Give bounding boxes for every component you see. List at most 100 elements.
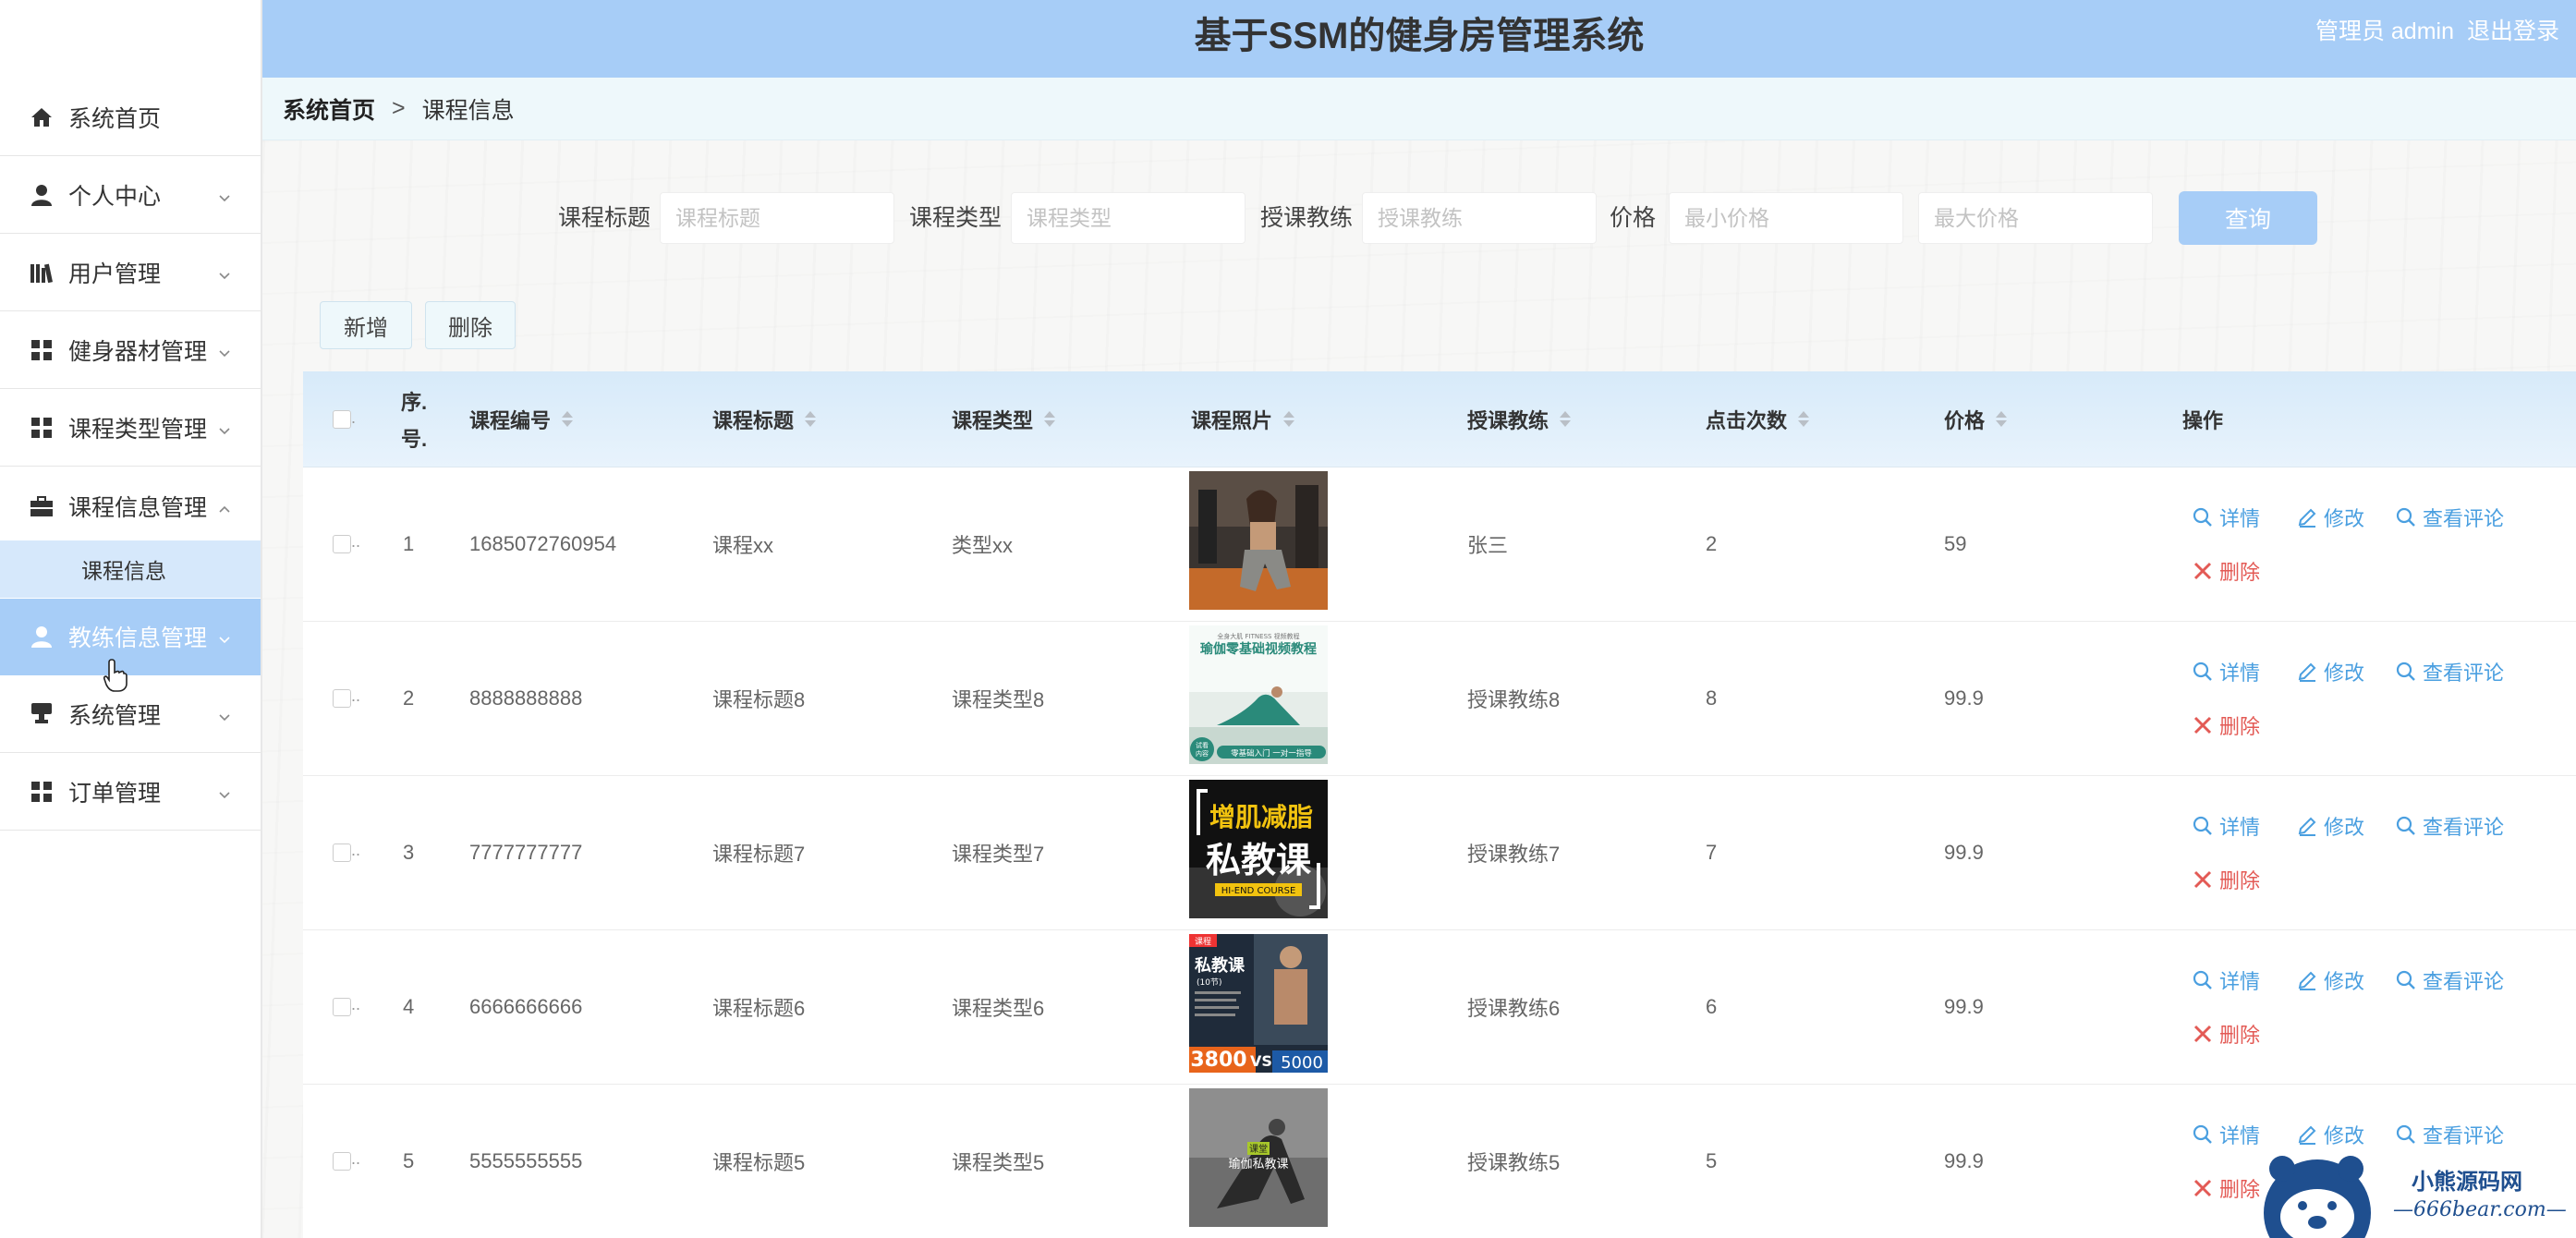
sort-icon[interactable]: [1798, 410, 1810, 429]
sort-icon[interactable]: [1996, 410, 2008, 429]
sort-icon[interactable]: [805, 410, 817, 429]
watermark: 小熊源码网 —666bear.com—: [2254, 1150, 2576, 1238]
course-photo[interactable]: [1189, 471, 1328, 610]
cell-title: 课程标题8: [712, 688, 806, 711]
view-comments-button[interactable]: 查看评论: [2395, 503, 2504, 532]
app-title: 基于SSM的健身房管理系统: [1194, 16, 1645, 56]
search-icon: [2193, 1124, 2212, 1144]
row-checkbox[interactable]: [333, 535, 351, 553]
detail-button[interactable]: 详情: [2192, 965, 2260, 995]
row-checkbox[interactable]: [333, 1152, 351, 1171]
grid-icon: [30, 416, 54, 440]
logout-link[interactable]: 退出登录: [2467, 18, 2559, 44]
th-code[interactable]: 课程编号: [469, 371, 574, 467]
table-row: .. 4 6666666666 课程标题6 课程类型6 课程 私教课 (10节) 3800 VS 5…: [303, 930, 2576, 1085]
chevron-down-icon: [218, 626, 231, 644]
svg-text:HI-END COURSE: HI-END COURSE: [1221, 886, 1296, 896]
th-clicks[interactable]: 点击次数: [1706, 371, 1810, 467]
th-clicks-label: 点击次数: [1706, 409, 1788, 432]
edit-button[interactable]: 修改: [2296, 965, 2364, 995]
search-coach-input[interactable]: [1362, 192, 1597, 244]
detail-button[interactable]: 详情: [2192, 503, 2260, 532]
th-price[interactable]: 价格: [1944, 371, 2008, 467]
row-checkbox[interactable]: [333, 844, 351, 862]
edit-label: 修改: [2324, 816, 2365, 839]
detail-button[interactable]: 详情: [2192, 1120, 2260, 1149]
query-button[interactable]: 查询: [2179, 191, 2317, 245]
course-photo[interactable]: 全身大肌 FITNESS 视频教程 瑜伽零基础视频教程 试看 内容 零基础入门 一对一指…: [1189, 625, 1328, 764]
chevron-down-icon: [218, 782, 231, 799]
cell-code: 5555555555: [469, 1149, 583, 1172]
sidebar-item-label: 教练信息管理: [68, 625, 208, 651]
sort-icon[interactable]: [1283, 410, 1295, 429]
sidebar-item-label: 用户管理: [68, 261, 162, 287]
row-delete-button[interactable]: 删除: [2192, 710, 2260, 740]
sidebar-item-system[interactable]: 系统管理: [0, 676, 261, 753]
sidebar-item-coaches[interactable]: 教练信息管理: [0, 599, 261, 675]
search-min-price-input[interactable]: [1669, 192, 1903, 244]
cell-title: 课程标题5: [712, 1151, 806, 1174]
edit-button[interactable]: 修改: [2296, 657, 2364, 686]
sidebar-item-orders[interactable]: 订单管理: [0, 754, 261, 831]
cell-code: 7777777777: [469, 841, 583, 864]
cell-index: 5: [403, 1149, 415, 1172]
view-comments-button[interactable]: 查看评论: [2395, 965, 2504, 995]
sort-icon[interactable]: [1044, 410, 1056, 429]
svg-text:增肌减脂: 增肌减脂: [1209, 802, 1313, 832]
th-coach[interactable]: 授课教练: [1467, 371, 1572, 467]
delete-button[interactable]: 删除: [425, 301, 516, 349]
edit-button[interactable]: 修改: [2296, 811, 2364, 841]
th-type[interactable]: 课程类型: [952, 371, 1056, 467]
delete-label: 删除: [2219, 561, 2261, 584]
breadcrumb-separator: >: [392, 95, 406, 121]
course-photo[interactable]: 增肌减脂 私教课 HI-END COURSE: [1189, 780, 1328, 918]
row-delete-button[interactable]: 删除: [2192, 556, 2260, 586]
search-type-input[interactable]: [1011, 192, 1245, 244]
sidebar-item-personal[interactable]: 个人中心: [0, 157, 261, 234]
th-title[interactable]: 课程标题: [712, 371, 817, 467]
home-icon: [30, 105, 54, 129]
edit-label: 修改: [2324, 507, 2365, 530]
sidebar-item-users[interactable]: 用户管理: [0, 235, 261, 311]
close-icon: [2193, 870, 2212, 889]
view-comments-button[interactable]: 查看评论: [2395, 1120, 2504, 1149]
th-photo[interactable]: 课程照片: [1191, 371, 1295, 467]
row-delete-button[interactable]: 删除: [2192, 1173, 2260, 1203]
chevron-down-icon: [218, 704, 231, 722]
sidebar-item-home[interactable]: 系统首页: [0, 79, 261, 156]
submenu-label: 课程信息: [81, 559, 166, 583]
search-title-input[interactable]: [660, 192, 894, 244]
submenu-item-course-info[interactable]: 课程信息: [0, 540, 261, 598]
select-all-checkbox[interactable]: [333, 410, 351, 429]
sidebar-item-course-types[interactable]: 课程类型管理: [0, 390, 261, 467]
edit-button[interactable]: 修改: [2296, 1120, 2364, 1149]
edit-button[interactable]: 修改: [2296, 503, 2364, 532]
course-photo[interactable]: 课堂 瑜伽私教课: [1189, 1088, 1328, 1227]
course-photo[interactable]: 课程 私教课 (10节) 3800 VS 5000: [1189, 934, 1328, 1073]
cell-type: 课程类型6: [952, 997, 1045, 1020]
row-checkbox[interactable]: [333, 689, 351, 708]
view-comments-button[interactable]: 查看评论: [2395, 811, 2504, 841]
user-icon: [30, 625, 54, 649]
checkbox-dot: .: [351, 408, 357, 427]
comments-label: 查看评论: [2423, 507, 2505, 530]
add-button[interactable]: 新增: [320, 301, 412, 349]
view-comments-button[interactable]: 查看评论: [2395, 657, 2504, 686]
row-delete-button[interactable]: 删除: [2192, 865, 2260, 894]
detail-button[interactable]: 详情: [2192, 811, 2260, 841]
sidebar-item-course-info[interactable]: 课程信息管理: [0, 467, 261, 544]
breadcrumb-home[interactable]: 系统首页: [283, 92, 375, 126]
detail-label: 详情: [2219, 1124, 2261, 1147]
sort-icon[interactable]: [562, 410, 574, 429]
search-icon: [2396, 661, 2415, 681]
row-checkbox[interactable]: [333, 998, 351, 1016]
detail-button[interactable]: 详情: [2192, 657, 2260, 686]
search-max-price-input[interactable]: [1918, 192, 2153, 244]
row-delete-button[interactable]: 删除: [2192, 1019, 2260, 1049]
watermark-url: —666bear.com—: [2393, 1198, 2567, 1221]
svg-text:瑜伽零基础视频教程: 瑜伽零基础视频教程: [1200, 641, 1317, 657]
svg-text:内容: 内容: [1196, 749, 1209, 758]
cell-code: 1685072760954: [469, 532, 617, 555]
sidebar-item-equipment[interactable]: 健身器材管理: [0, 312, 261, 389]
sort-icon[interactable]: [1560, 410, 1572, 429]
